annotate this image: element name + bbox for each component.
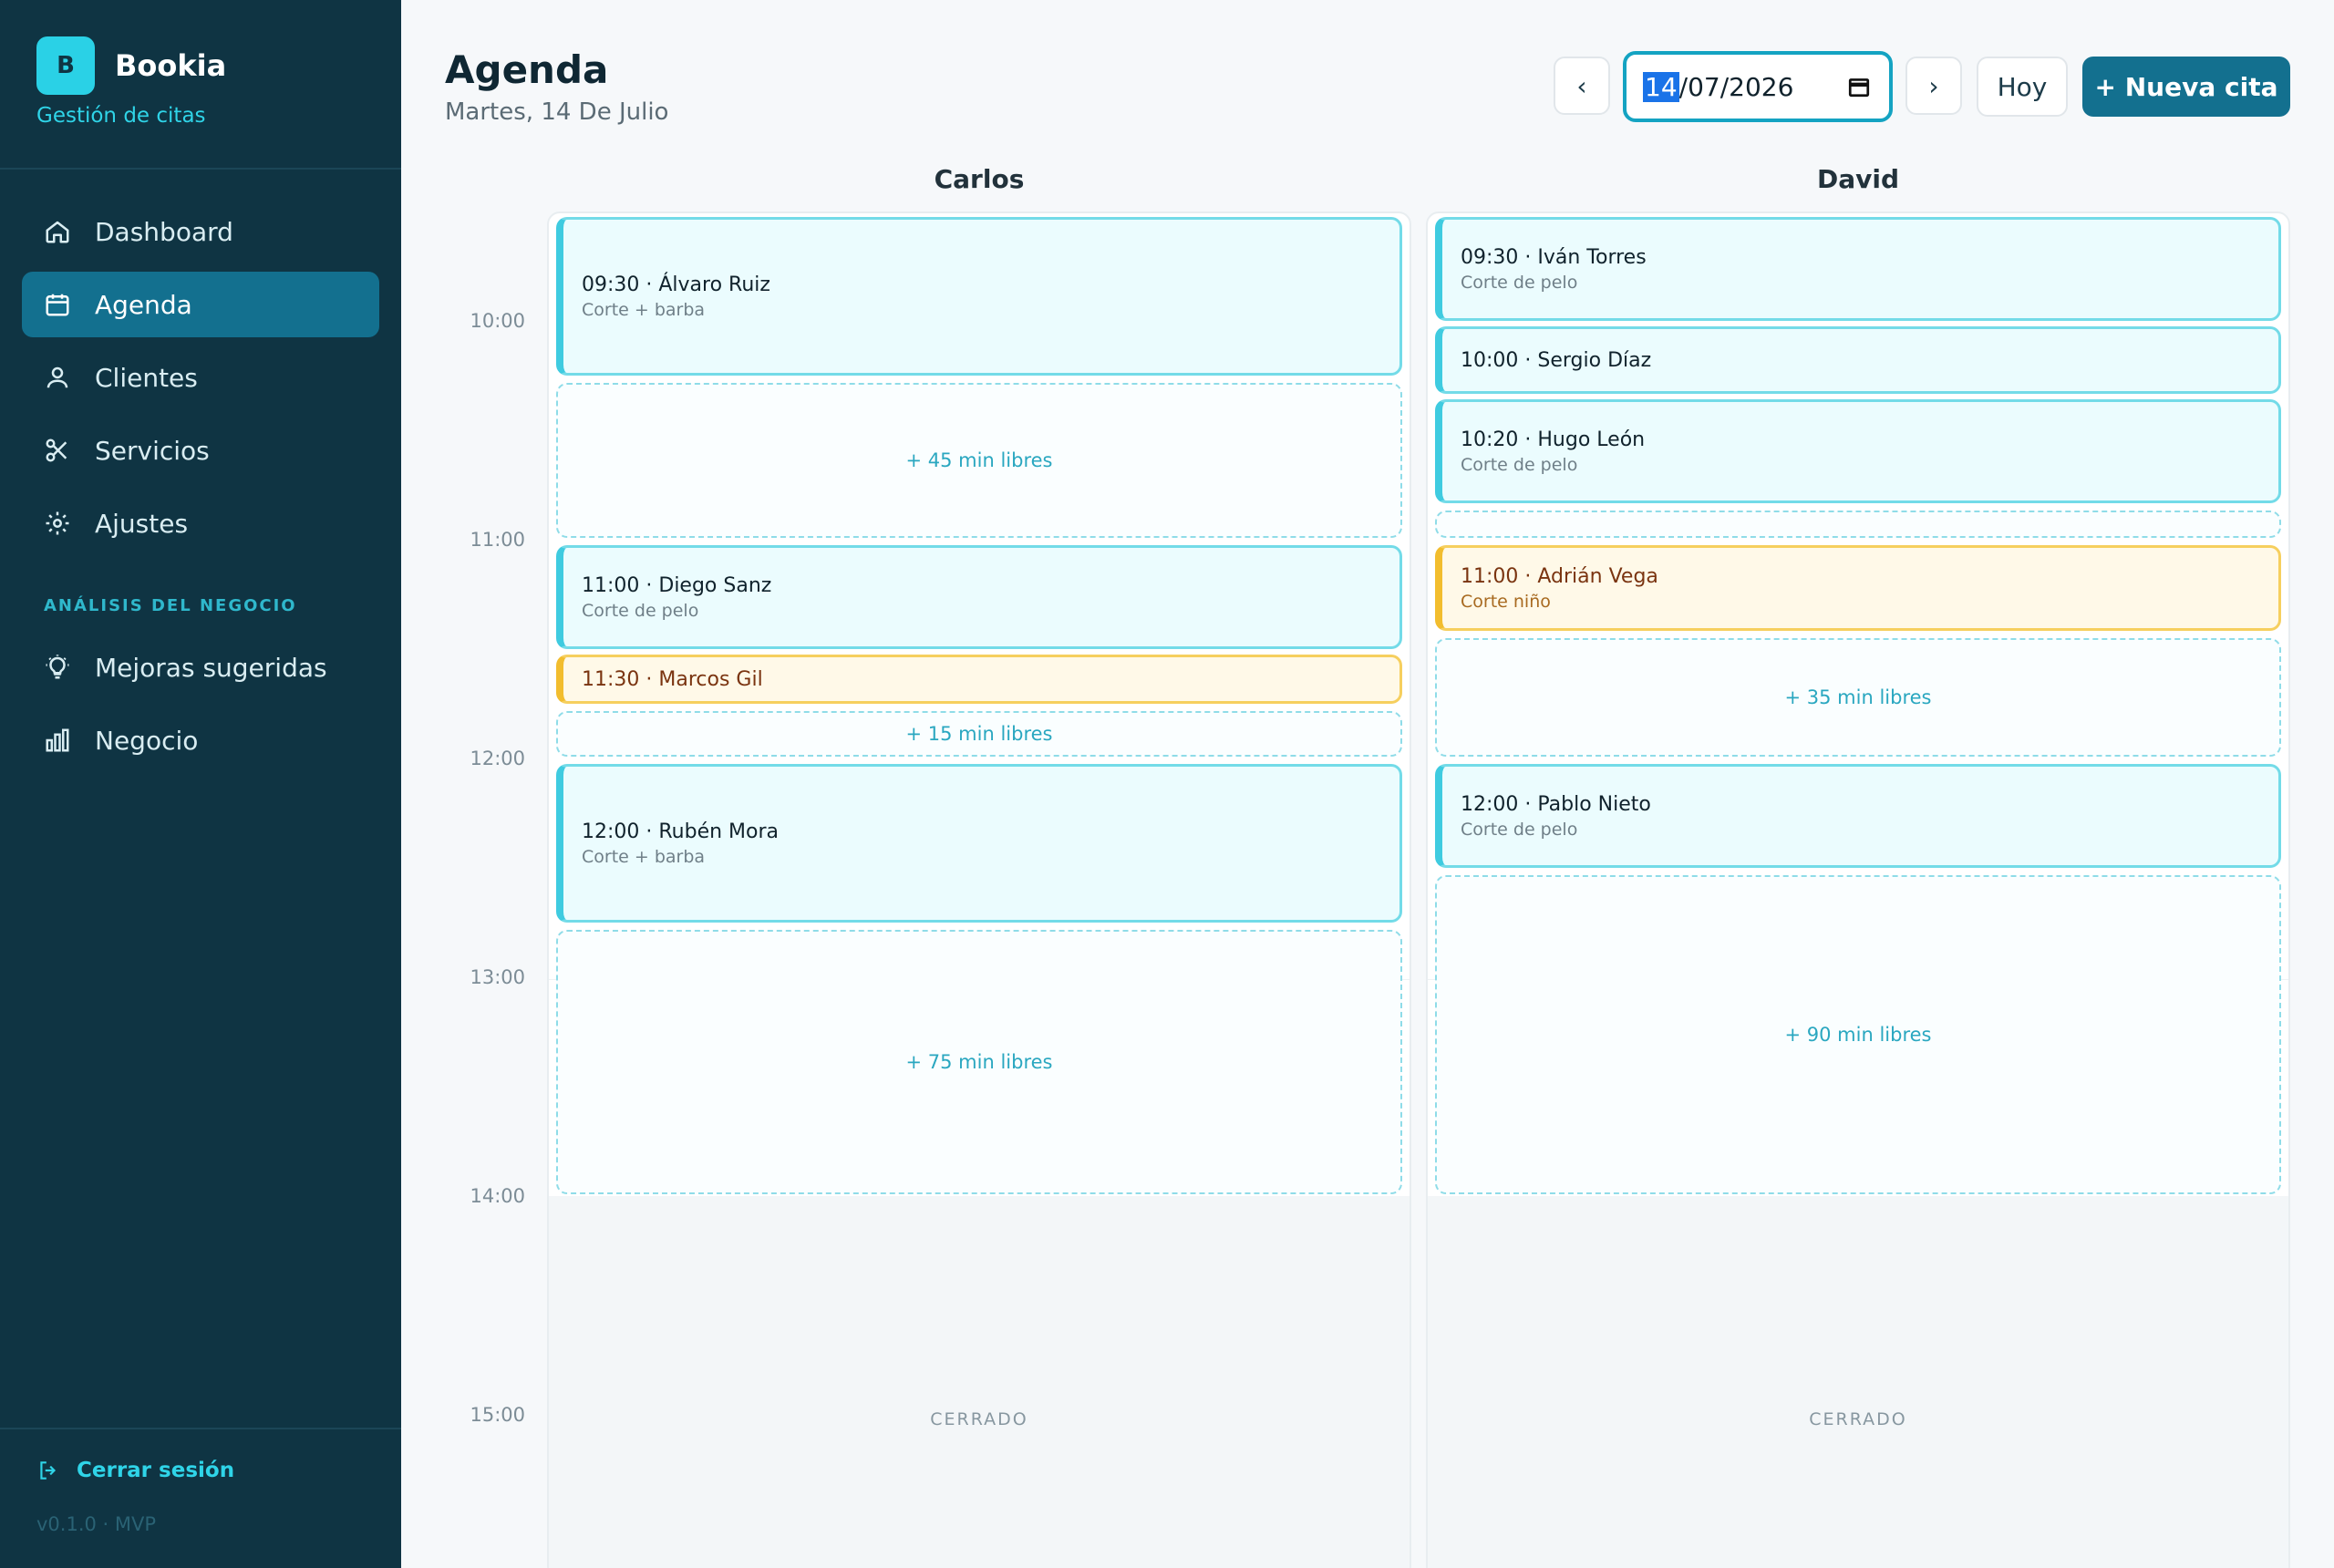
sidebar-item-label: Mejoras sugeridas [95,652,327,683]
logout-button[interactable]: Cerrar sesión [36,1459,234,1482]
appointment-service: Corte de pelo [1461,454,1578,475]
column-header-carlos: Carlos [934,164,1025,194]
appointment-card[interactable]: 12:00 · Rubén Mora Corte + barba [556,764,1402,923]
appointment-title: 09:30 · Álvaro Ruiz [582,273,770,296]
appointment-card[interactable]: 09:30 · Álvaro Ruiz Corte + barba [556,217,1402,376]
sidebar-item-clientes[interactable]: Clientes [22,345,379,410]
sidebar-divider [0,1428,401,1429]
time-label: 13:00 [470,966,525,988]
appointment-card[interactable]: 12:00 · Pablo Nieto Corte de pelo [1435,764,2281,868]
appointment-service: Corte de pelo [582,600,699,621]
appointment-title: 10:20 · Hugo León [1461,428,1646,451]
sidebar-item-dashboard[interactable]: Dashboard [22,199,379,264]
free-slot[interactable]: + 15 min libres [556,711,1402,757]
appointment-service: Corte + barba [582,846,706,867]
bar-chart-icon [44,727,71,754]
appointment-service: Corte de pelo [1461,272,1578,293]
date-rest-segment[interactable]: /07/2026 [1679,72,1794,102]
appointment-service: Corte de pelo [1461,819,1578,840]
appointment-card[interactable]: 11:00 · Diego Sanz Corte de pelo [556,545,1402,649]
app-subtitle: Gestión de citas [36,104,206,128]
appointment-title: 11:00 · Diego Sanz [582,573,772,597]
main-nav: Dashboard Agenda Clientes Servicios Ajus… [22,199,379,563]
time-label: 14:00 [470,1185,525,1207]
users-icon [44,364,71,391]
appointment-card-pending[interactable]: 11:00 · Adrián Vega Corte niño [1435,545,2281,631]
appointment-title: 11:30 · Marcos Gil [582,667,763,691]
analysis-nav: Mejoras sugeridas Negocio [22,634,379,780]
appointment-title: 11:00 · Adrián Vega [1461,564,1658,588]
appointment-service: Corte niño [1461,591,1551,612]
sidebar-item-label: Ajustes [95,508,189,539]
sidebar-item-label: Servicios [95,435,210,466]
home-icon [44,218,71,245]
free-slot[interactable]: + 90 min libres [1435,875,2281,1194]
staff-column-david: CERRADO 09:30 · Iván Torres Corte de pel… [1426,211,2290,1568]
sidebar-item-label: Clientes [95,362,198,393]
free-slot[interactable] [1435,511,2281,538]
free-slot[interactable]: + 75 min libres [556,930,1402,1194]
sidebar: B Bookia Gestión de citas Dashboard Agen… [0,0,401,1568]
calendar-icon [44,291,71,318]
brand[interactable]: B Bookia [36,36,226,95]
sidebar-item-label: Agenda [95,289,192,320]
appointment-card[interactable]: 10:20 · Hugo León Corte de pelo [1435,399,2281,503]
nav-section-label: ANÁLISIS DEL NEGOCIO [44,596,297,615]
version-label: v0.1.0 · MVP [36,1513,157,1535]
lightbulb-icon [44,654,71,681]
time-label: 15:00 [470,1404,525,1426]
free-slot[interactable]: + 35 min libres [1435,638,2281,757]
logout-icon [40,1461,57,1480]
closed-area [549,1196,1410,1568]
closed-area [1428,1196,2288,1568]
sidebar-item-mejoras[interactable]: Mejoras sugeridas [22,634,379,700]
appointment-card[interactable]: 09:30 · Iván Torres Corte de pelo [1435,217,2281,321]
appointment-title: 09:30 · Iván Torres [1461,245,1647,269]
next-day-button[interactable]: › [1905,57,1962,115]
column-header-david: David [1816,164,1900,194]
sidebar-divider [0,168,401,170]
sidebar-item-label: Dashboard [95,216,233,247]
date-day-segment[interactable]: 14 [1643,71,1679,102]
appointment-title: 12:00 · Rubén Mora [582,820,780,843]
page-subtitle: Martes, 14 De Julio [445,98,669,126]
date-picker-input[interactable]: 14/07/2026 [1623,51,1893,122]
page-title: Agenda [445,47,609,92]
sidebar-item-agenda[interactable]: Agenda [22,272,379,337]
appointment-card[interactable]: 10:00 · Sergio Díaz [1435,326,2281,394]
sidebar-item-negocio[interactable]: Negocio [22,707,379,773]
sidebar-item-label: Negocio [95,725,199,756]
calendar-picker-icon[interactable] [1847,75,1871,98]
gear-icon [44,510,71,537]
closed-label: CERRADO [1809,1409,1907,1429]
closed-label: CERRADO [930,1409,1028,1429]
appointment-card-pending[interactable]: 11:30 · Marcos Gil [556,655,1402,704]
logout-label: Cerrar sesión [77,1459,235,1482]
app-name: Bookia [115,48,227,83]
staff-column-carlos: CERRADO 09:30 · Álvaro Ruiz Corte + barb… [547,211,1411,1568]
sidebar-item-servicios[interactable]: Servicios [22,418,379,483]
prev-day-button[interactable]: ‹ [1554,57,1610,115]
time-label: 11:00 [470,529,525,551]
appointment-title: 12:00 · Pablo Nieto [1461,792,1651,816]
brand-logo: B [36,36,95,95]
time-label: 10:00 [470,310,525,332]
appointment-service: Corte + barba [582,299,706,320]
new-appointment-button[interactable]: + Nueva cita [2082,57,2290,117]
sidebar-item-ajustes[interactable]: Ajustes [22,490,379,556]
today-button[interactable]: Hoy [1977,57,2068,117]
time-label: 12:00 [470,748,525,769]
appointment-title: 10:00 · Sergio Díaz [1461,348,1652,372]
free-slot[interactable]: + 45 min libres [556,383,1402,538]
scissors-icon [44,437,71,464]
